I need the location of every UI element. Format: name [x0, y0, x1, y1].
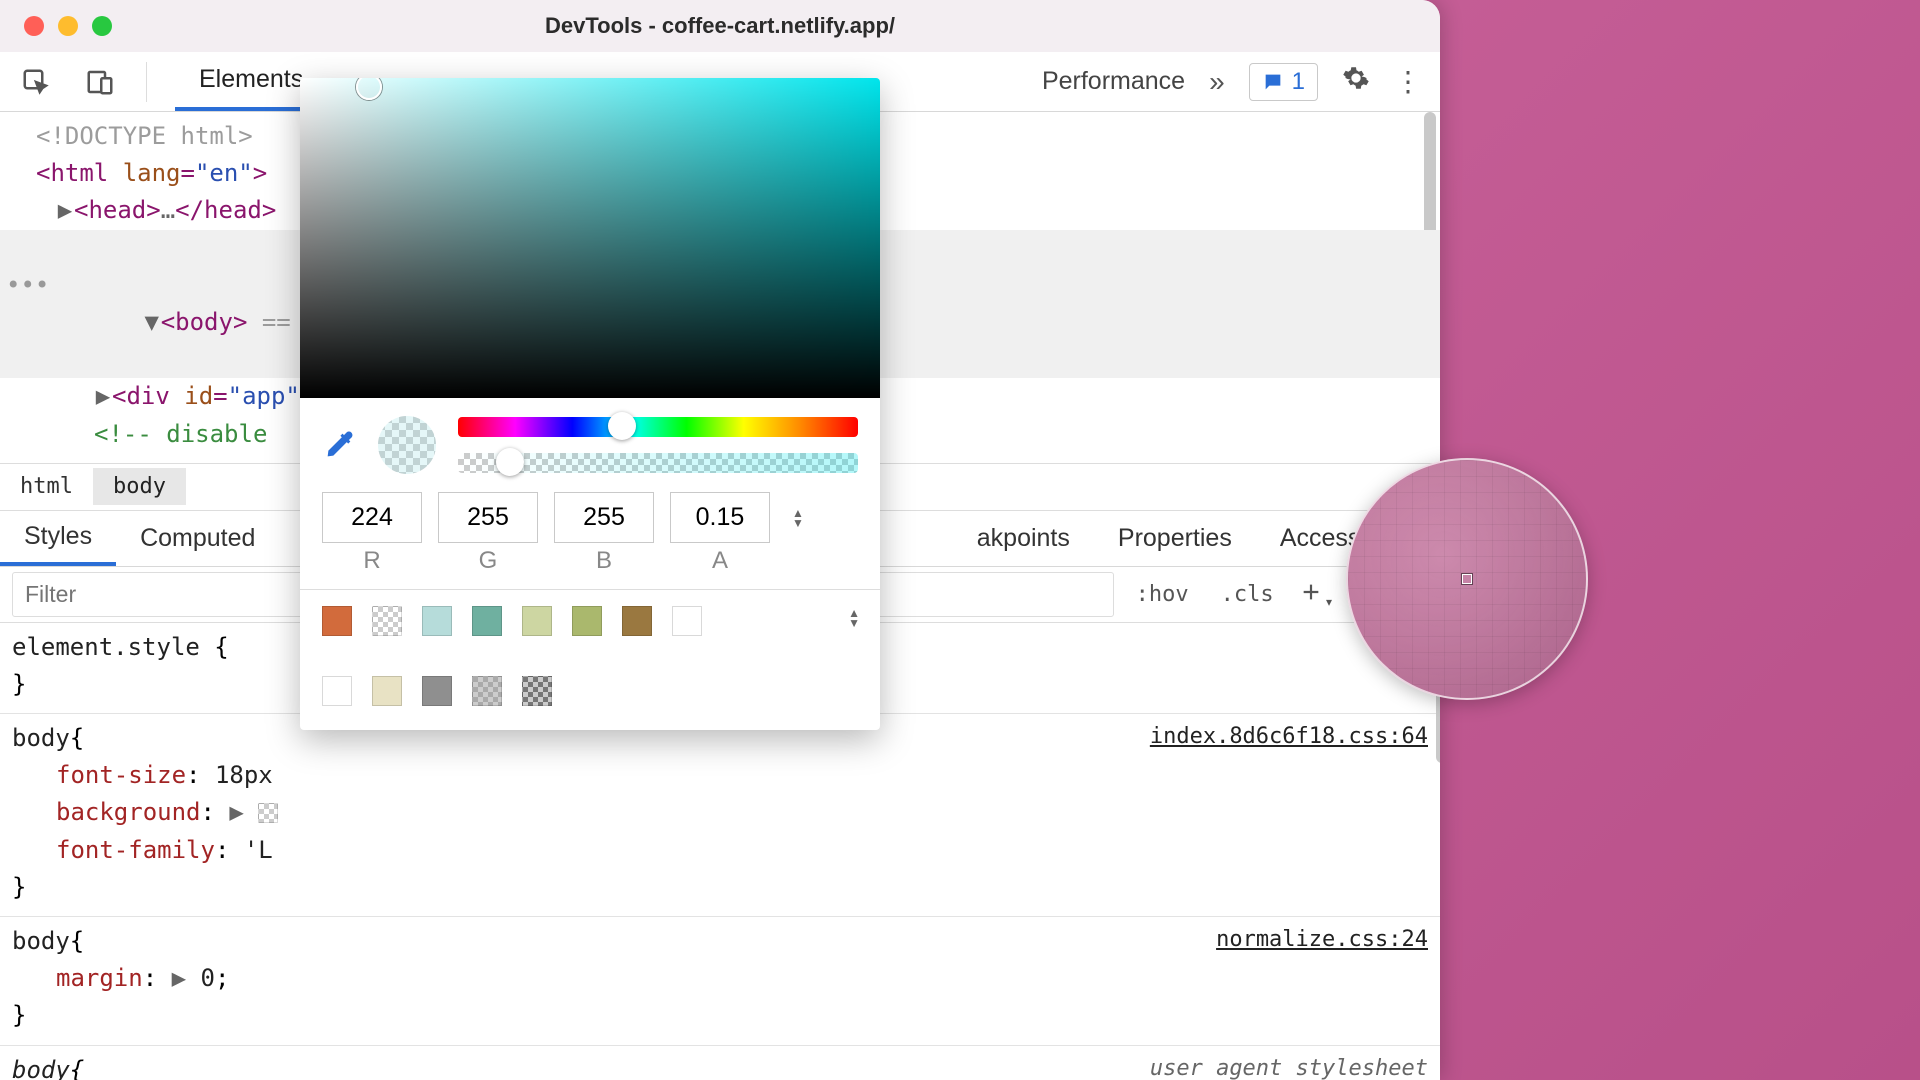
- hov-toggle[interactable]: :hov: [1130, 582, 1195, 607]
- maximize-window-button[interactable]: [92, 16, 112, 36]
- eyedropper-icon[interactable]: [322, 428, 356, 462]
- swatch[interactable]: [622, 606, 652, 636]
- color-r-field[interactable]: [322, 492, 422, 543]
- window-title: DevTools - coffee-cart.netlify.app/: [545, 13, 895, 39]
- sv-handle[interactable]: [356, 78, 382, 100]
- color-saturation-pad[interactable]: [300, 78, 880, 398]
- color-b-field[interactable]: [554, 492, 654, 543]
- swatch[interactable]: [422, 606, 452, 636]
- more-tabs-icon[interactable]: »: [1209, 66, 1225, 98]
- swatch[interactable]: [472, 676, 502, 706]
- crumb-body[interactable]: body: [93, 468, 186, 505]
- swatch[interactable]: [322, 676, 352, 706]
- tab-computed[interactable]: Computed: [116, 511, 279, 566]
- inspect-element-icon[interactable]: [18, 64, 54, 100]
- label-b: B: [554, 547, 654, 575]
- hue-slider[interactable]: [458, 417, 858, 437]
- source-link-index[interactable]: index.8d6c6f18.css:64: [1150, 720, 1428, 757]
- color-format-switch[interactable]: ▲▼: [786, 508, 810, 528]
- issues-badge[interactable]: 1: [1249, 63, 1318, 101]
- tab-styles[interactable]: Styles: [0, 511, 116, 566]
- swatch[interactable]: [372, 676, 402, 706]
- swatch[interactable]: [522, 676, 552, 706]
- magnifier-center-pixel: [1462, 574, 1472, 584]
- selected-indicator-icon: •••: [6, 267, 49, 304]
- swatches-palette: ▲▼: [300, 589, 880, 730]
- rule-body-ua[interactable]: body { user agent stylesheet display: bl…: [12, 1052, 1428, 1080]
- device-toolbar-icon[interactable]: [82, 64, 118, 100]
- minimize-window-button[interactable]: [58, 16, 78, 36]
- crumb-html[interactable]: html: [0, 468, 93, 505]
- label-r: R: [322, 547, 422, 575]
- swatch[interactable]: [422, 676, 452, 706]
- swatch[interactable]: [372, 606, 402, 636]
- source-link-normalize[interactable]: normalize.css:24: [1216, 923, 1428, 960]
- swatch[interactable]: [522, 606, 552, 636]
- devtools-window: DevTools - coffee-cart.netlify.app/ Elem…: [0, 0, 1440, 1080]
- settings-icon[interactable]: [1342, 64, 1370, 99]
- color-swatch-icon[interactable]: [258, 803, 278, 823]
- eyedropper-magnifier[interactable]: [1346, 458, 1588, 700]
- issues-count: 1: [1292, 68, 1305, 96]
- new-rule-button[interactable]: ▾: [1300, 577, 1336, 611]
- color-a-field[interactable]: [670, 492, 770, 543]
- source-ua: user agent stylesheet: [1150, 1052, 1428, 1080]
- rule-body-2[interactable]: body { normalize.css:24 margin: ▶ 0; }: [12, 923, 1428, 1035]
- tab-breakpoints-truncated[interactable]: akpoints: [953, 524, 1094, 553]
- label-g: G: [438, 547, 538, 575]
- kebab-menu-icon[interactable]: ⋮: [1394, 65, 1422, 98]
- label-a: A: [670, 547, 770, 575]
- swatch[interactable]: [472, 606, 502, 636]
- titlebar: DevTools - coffee-cart.netlify.app/: [0, 0, 1440, 52]
- rules-scrollbar[interactable]: [1436, 683, 1440, 1033]
- tab-performance[interactable]: Performance: [1042, 67, 1185, 96]
- traffic-lights: [24, 16, 112, 36]
- close-window-button[interactable]: [24, 16, 44, 36]
- color-preview-swatch: [378, 416, 436, 474]
- color-g-field[interactable]: [438, 492, 538, 543]
- rule-body-1[interactable]: body { index.8d6c6f18.css:64 font-size: …: [12, 720, 1428, 906]
- swatch[interactable]: [572, 606, 602, 636]
- color-picker-popover: ▲▼ R G B A ▲▼: [300, 78, 880, 730]
- swatch[interactable]: [672, 606, 702, 636]
- cls-toggle[interactable]: .cls: [1215, 582, 1280, 607]
- tab-properties[interactable]: Properties: [1094, 524, 1256, 553]
- chat-icon: [1262, 71, 1284, 93]
- swatch-set-switch[interactable]: ▲▼: [848, 608, 860, 628]
- alpha-slider[interactable]: [458, 453, 858, 473]
- swatch[interactable]: [322, 606, 352, 636]
- dom-doctype[interactable]: <!DOCTYPE html>: [36, 122, 253, 150]
